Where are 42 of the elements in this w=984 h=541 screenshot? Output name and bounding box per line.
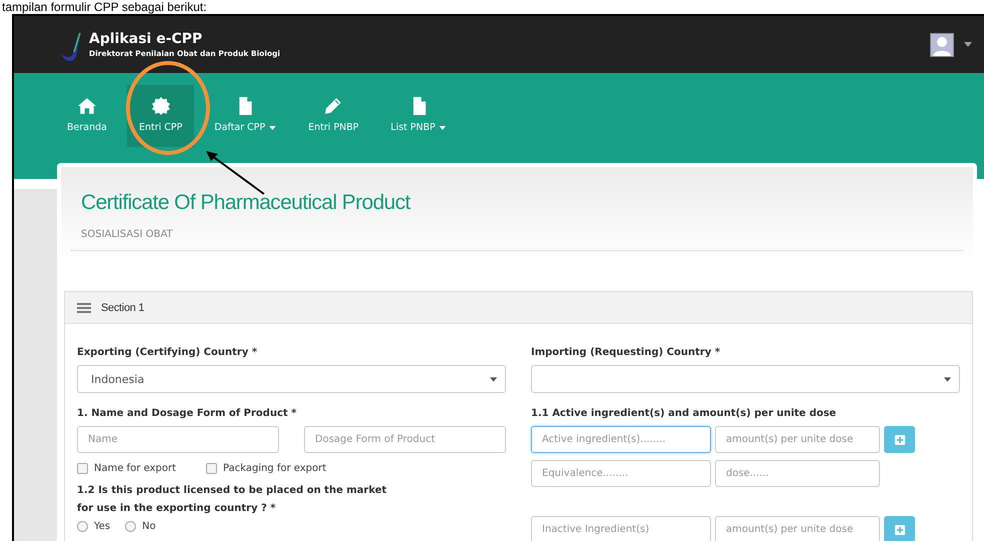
nav-item[interactable]: Entri CPP <box>126 85 194 147</box>
input-field[interactable]: Name <box>77 426 279 453</box>
input-field[interactable]: amount(s) per unite dose <box>715 426 880 453</box>
country-select[interactable]: Indonesia <box>77 365 506 393</box>
plus-icon <box>894 434 904 444</box>
home-icon <box>78 97 96 115</box>
input-field[interactable]: dose...... <box>715 460 880 487</box>
pencil-icon <box>324 97 342 115</box>
app-title: Aplikasi e-CPP <box>89 31 204 47</box>
input-field[interactable]: Inactive Ingredient(s) <box>531 516 711 541</box>
radio-button[interactable] <box>125 521 136 532</box>
list-icon <box>77 302 91 312</box>
add-button[interactable] <box>884 516 915 541</box>
section-title: Section 1 <box>101 302 144 314</box>
plus-icon <box>894 524 904 534</box>
add-button[interactable] <box>884 426 915 453</box>
input-field[interactable]: Active ingredient(s)........ <box>531 426 711 453</box>
field-label: 1.1 Active ingredient(s) and amount(s) per unite dose <box>531 407 838 421</box>
option-label[interactable]: No <box>125 521 156 532</box>
caret-icon <box>944 376 951 382</box>
caret-icon <box>490 376 497 382</box>
avatar-icon[interactable] <box>930 32 954 56</box>
page-title: Certificate Of Pharmaceutical Product <box>80 191 412 215</box>
gear-icon <box>152 97 170 115</box>
input-field[interactable]: Equivalence........ <box>531 460 711 487</box>
country-select[interactable] <box>531 365 960 393</box>
field-label: Exporting (Certifying) Country * <box>77 346 258 360</box>
checkbox[interactable] <box>206 463 218 474</box>
checkbox[interactable] <box>77 463 88 474</box>
field-label: Importing (Requesting) Country * <box>531 346 722 360</box>
option-label[interactable]: Yes <box>77 521 110 532</box>
logo-icon <box>59 30 83 64</box>
option-label[interactable]: Packaging for export <box>206 463 326 474</box>
field-label: 1. Name and Dosage Form of Product * <box>77 407 298 421</box>
radio-button[interactable] <box>77 521 88 532</box>
option-label[interactable]: Name for export <box>77 463 176 474</box>
input-field[interactable]: amount(s) per unite dose <box>715 516 880 541</box>
input-field[interactable]: Dosage Form of Product <box>304 426 506 453</box>
caption-text: tampilan formulir CPP sebagai berikut: <box>1 0 208 14</box>
field-label: 1.2 Is this product licensed to be placed on the market for use in the exporting country ? * <box>77 484 388 516</box>
page-subtitle: SOSIALISASI OBAT <box>71 229 963 251</box>
caret-icon[interactable] <box>964 42 972 47</box>
